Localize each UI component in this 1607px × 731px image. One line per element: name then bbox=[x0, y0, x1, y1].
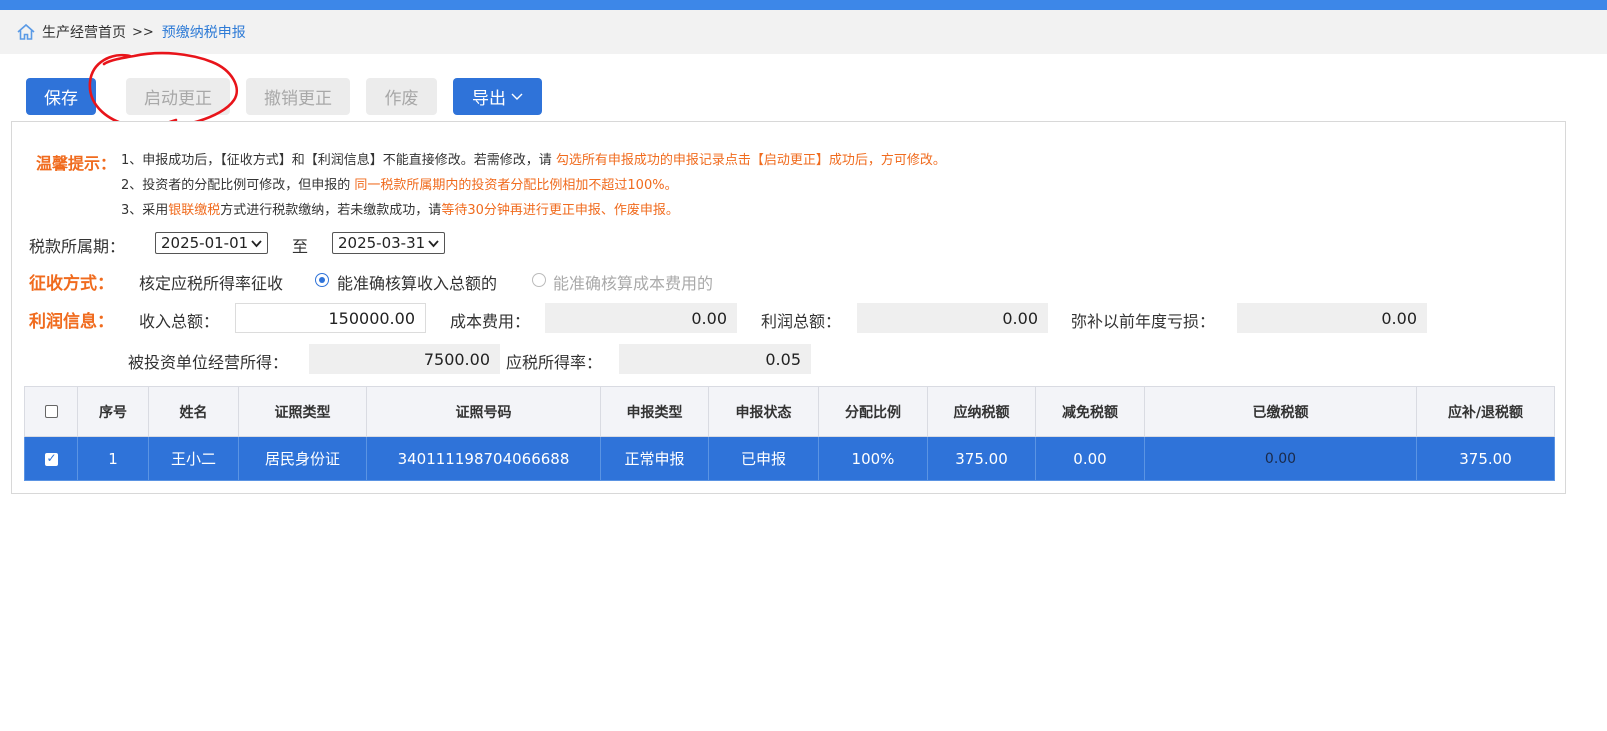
chevron-down-icon bbox=[251, 240, 262, 248]
col-header-id-type: 证照类型 bbox=[238, 386, 367, 437]
breadcrumb-home-link[interactable]: 生产经营首页 bbox=[42, 22, 126, 42]
revoke-correction-button[interactable]: 撤销更正 bbox=[246, 78, 350, 115]
tip-1-highlight: 勾选所有申报成功的申报记录点击【启动更正】成功后，方可修改。 bbox=[555, 153, 946, 168]
col-header-tax-relief: 减免税额 bbox=[1035, 386, 1145, 437]
invested-income-field: 7500.00 bbox=[309, 344, 500, 374]
col-header-tax-paid: 已缴税额 bbox=[1144, 386, 1417, 437]
collection-method: 核定应税所得率征收 bbox=[139, 274, 284, 293]
radio-income-option[interactable] bbox=[315, 273, 329, 287]
row-checkbox[interactable] bbox=[44, 451, 58, 466]
cell-index: 1 bbox=[77, 436, 149, 481]
tip-3-highlight-a: 银联缴税 bbox=[168, 203, 221, 218]
profit-label: 利润信息： bbox=[29, 312, 114, 332]
investor-table: 序号 姓名 证照类型 证照号码 申报类型 申报状态 分配比例 应纳税额 减免税额… bbox=[24, 386, 1555, 481]
tip-3-highlight-b: 等待30分钟再进行更正申报、作废申报。 bbox=[441, 203, 679, 218]
col-header-tax-due: 应补/退税额 bbox=[1416, 386, 1555, 437]
col-header-declare-status: 申报状态 bbox=[708, 386, 819, 437]
chevron-down-icon bbox=[511, 93, 523, 100]
cell-tax-due: 375.00 bbox=[1416, 436, 1555, 481]
table-header-row: 序号 姓名 证照类型 证照号码 申报类型 申报状态 分配比例 应纳税额 减免税额… bbox=[24, 386, 1555, 437]
tip-3-text-a: 3、采用 bbox=[121, 203, 169, 218]
cell-id-number: 340111198704066688 bbox=[366, 436, 601, 481]
loss-offset-label: 弥补以前年度亏损： bbox=[1071, 312, 1216, 331]
period-label: 税款所属期： bbox=[29, 237, 126, 256]
invested-income-label: 被投资单位经营所得： bbox=[128, 353, 289, 372]
cell-declare-type: 正常申报 bbox=[600, 436, 709, 481]
tip-2-highlight: 同一税款所属期内的投资者分配比例相加不超过100%。 bbox=[354, 178, 678, 193]
select-all-checkbox[interactable] bbox=[44, 405, 58, 418]
cost-label: 成本费用： bbox=[450, 312, 531, 331]
tip-3-text-b: 方式进行税款缴纳，若未缴款成功，请 bbox=[220, 203, 442, 218]
tips-title: 温馨提示： bbox=[36, 154, 117, 173]
select-all-cell bbox=[24, 386, 78, 437]
chevron-down-icon bbox=[428, 240, 439, 248]
declaration-panel: 温馨提示： 1、申报成功后，【征收方式】和【利润信息】不能直接修改。若需修改，请… bbox=[11, 121, 1566, 494]
cell-tax-relief: 0.00 bbox=[1035, 436, 1145, 481]
top-accent-bar bbox=[0, 0, 1607, 10]
cell-ratio[interactable]: 100% bbox=[818, 436, 928, 481]
col-header-tax-payable: 应纳税额 bbox=[927, 386, 1036, 437]
col-header-index: 序号 bbox=[77, 386, 149, 437]
period-start-select[interactable]: 2025-01-01 bbox=[155, 232, 268, 254]
breadcrumb: 生产经营首页 >> 预缴纳税申报 bbox=[0, 10, 1607, 54]
loss-offset-field: 0.00 bbox=[1237, 303, 1427, 333]
export-button[interactable]: 导出 bbox=[453, 78, 542, 115]
row-select-cell bbox=[24, 436, 78, 481]
breadcrumb-current[interactable]: 预缴纳税申报 bbox=[162, 22, 246, 42]
cell-declare-status: 已申报 bbox=[708, 436, 819, 481]
table-row[interactable]: 1 王小二 居民身份证 340111198704066688 正常申报 已申报 … bbox=[24, 436, 1555, 481]
taxable-rate-field: 0.05 bbox=[619, 344, 811, 374]
void-button[interactable]: 作废 bbox=[366, 78, 437, 115]
radio-income-label[interactable]: 能准确核算收入总额的 bbox=[337, 270, 497, 294]
radio-cost-label[interactable]: 能准确核算成本费用的 bbox=[553, 270, 713, 294]
profit-total-field: 0.00 bbox=[857, 303, 1048, 333]
cell-tax-paid: 0.00 bbox=[1144, 436, 1417, 481]
cell-id-type: 居民身份证 bbox=[238, 436, 367, 481]
profit-total-label: 利润总额： bbox=[761, 312, 842, 331]
toolbar: 保存 启动更正 撤销更正 作废 导出 bbox=[26, 78, 542, 115]
period-end-value: 2025-03-31 bbox=[338, 234, 426, 252]
collection-label: 征收方式： bbox=[29, 274, 114, 294]
tip-1: 1、申报成功后，【征收方式】和【利润信息】不能直接修改。若需修改，请 勾选所有申… bbox=[121, 149, 946, 168]
col-header-name: 姓名 bbox=[148, 386, 239, 437]
taxable-rate-label: 应税所得率： bbox=[506, 353, 603, 372]
period-to-label: 至 bbox=[292, 237, 309, 256]
save-button[interactable]: 保存 bbox=[26, 78, 96, 115]
tip-1-text: 1、申报成功后，【征收方式】和【利润信息】不能直接修改。若需修改，请 bbox=[121, 153, 556, 168]
col-header-declare-type: 申报类型 bbox=[600, 386, 709, 437]
tip-3: 3、采用银联缴税方式进行税款缴纳，若未缴款成功，请等待30分钟再进行更正申报、作… bbox=[121, 199, 679, 218]
radio-cost-option[interactable] bbox=[532, 273, 546, 287]
col-header-ratio: 分配比例 bbox=[818, 386, 928, 437]
export-label: 导出 bbox=[472, 89, 506, 109]
cost-field: 0.00 bbox=[545, 303, 737, 333]
tip-2-text: 2、投资者的分配比例可修改，但申报的 bbox=[121, 178, 355, 193]
col-header-id-number: 证照号码 bbox=[366, 386, 601, 437]
cell-tax-payable: 375.00 bbox=[927, 436, 1036, 481]
period-start-value: 2025-01-01 bbox=[161, 234, 249, 252]
tip-2: 2、投资者的分配比例可修改，但申报的 同一税款所属期内的投资者分配比例相加不超过… bbox=[121, 174, 678, 193]
total-income-label: 收入总额： bbox=[139, 312, 220, 331]
cell-name: 王小二 bbox=[148, 436, 239, 481]
breadcrumb-separator: >> bbox=[132, 24, 154, 40]
period-end-select[interactable]: 2025-03-31 bbox=[332, 232, 445, 254]
total-income-input[interactable]: 150000.00 bbox=[235, 303, 426, 333]
start-correction-button[interactable]: 启动更正 bbox=[126, 78, 230, 115]
home-icon[interactable] bbox=[16, 22, 36, 42]
